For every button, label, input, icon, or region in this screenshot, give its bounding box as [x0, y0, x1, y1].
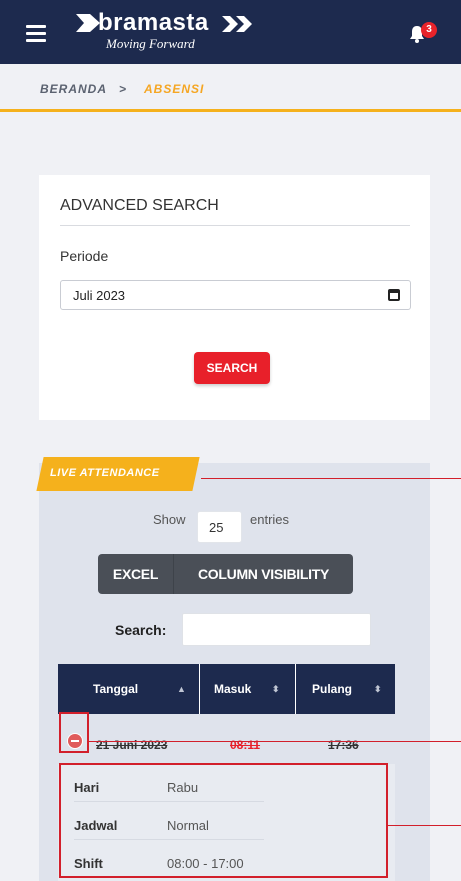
- notification-count-badge: 3: [421, 22, 437, 38]
- brand-logo[interactable]: bramasta Moving Forward: [76, 9, 266, 55]
- show-label: Show: [153, 512, 186, 527]
- advanced-search-title: ADVANCED SEARCH: [60, 197, 219, 214]
- breadcrumb-current: ABSENSI: [144, 82, 205, 96]
- sort-asc-icon: ▲: [177, 684, 186, 694]
- column-header-masuk[interactable]: Masuk ⬍: [200, 664, 296, 714]
- entries-label: entries: [250, 512, 290, 527]
- periode-label: Periode: [60, 248, 109, 264]
- logo-arrow-icon: [76, 14, 100, 32]
- periode-date-input[interactable]: Juli 2023: [60, 280, 411, 310]
- column-header-pulang[interactable]: Pulang ⬍: [296, 664, 395, 714]
- column-visibility-button[interactable]: COLUMN VISIBILITY: [173, 554, 353, 594]
- sort-icon: ⬍: [272, 684, 280, 694]
- attendance-table-header: Tanggal ▲ Masuk ⬍ Pulang ⬍: [58, 664, 395, 714]
- breadcrumb-separator: >: [119, 82, 128, 96]
- search-button[interactable]: SEARCH: [194, 352, 270, 384]
- top-navbar: bramasta Moving Forward 3: [0, 0, 461, 64]
- annotation-box-toggle: [59, 712, 89, 753]
- periode-value: Juli 2023: [73, 288, 126, 303]
- column-label-pulang: Pulang: [312, 682, 353, 696]
- column-label-masuk: Masuk: [214, 682, 252, 696]
- excel-button[interactable]: EXCEL: [98, 554, 173, 594]
- sort-icon: ⬍: [374, 684, 382, 694]
- annotation-line: [201, 478, 461, 479]
- entries-select[interactable]: 25: [197, 511, 242, 543]
- table-search-input[interactable]: [182, 613, 371, 646]
- advanced-search-card: ADVANCED SEARCH Periode Juli 2023 SEARCH: [39, 175, 430, 420]
- calendar-icon[interactable]: [388, 289, 400, 301]
- breadcrumb: BERANDA > ABSENSI: [0, 64, 461, 112]
- brand-tagline: Moving Forward: [106, 36, 195, 51]
- notification-bell[interactable]: 3: [409, 22, 439, 46]
- hamburger-menu-icon[interactable]: [26, 25, 46, 42]
- logo-chevrons-icon: [222, 16, 252, 32]
- column-header-tanggal[interactable]: Tanggal ▲: [58, 664, 200, 714]
- column-label-tanggal: Tanggal: [93, 682, 139, 696]
- annotation-line: [388, 825, 461, 826]
- table-search-label: Search:: [115, 622, 167, 638]
- table-row[interactable]: 21 Juni 2023 08:11 17:36: [58, 714, 395, 764]
- live-attendance-tab-label: LIVE ATTENDANCE: [50, 467, 160, 479]
- card-divider: [60, 225, 410, 226]
- annotation-line: [89, 741, 461, 742]
- brand-name: bramasta: [98, 9, 209, 36]
- breadcrumb-home-link[interactable]: BERANDA: [40, 82, 107, 96]
- annotation-box-details: [59, 763, 388, 878]
